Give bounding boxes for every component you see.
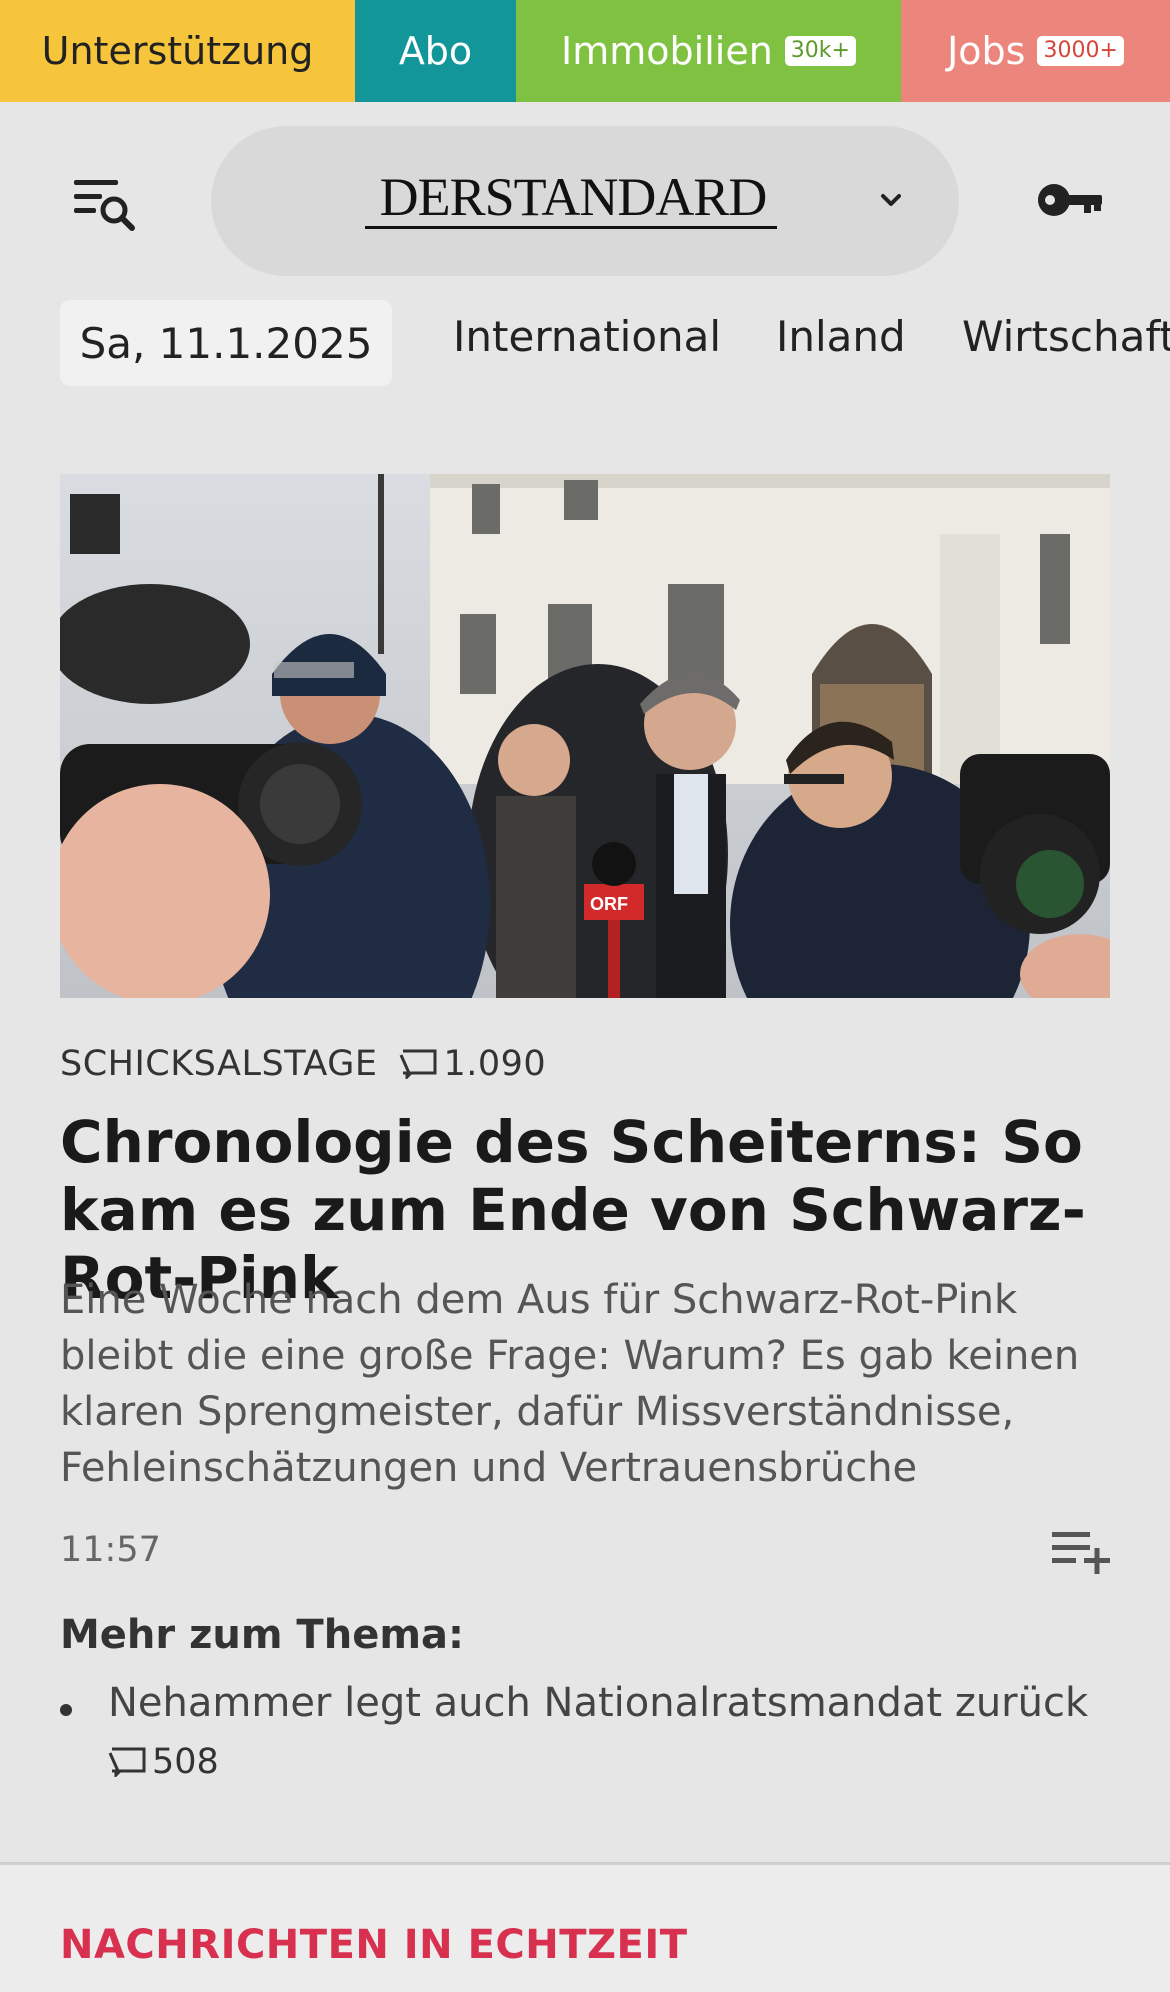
bullet — [60, 1704, 72, 1716]
related-link[interactable]: Nehammer legt auch Nationalratsmandat zu… — [108, 1680, 1088, 1726]
article-time: 11:57 — [60, 1530, 161, 1570]
jobs-badge: 3000+ — [1037, 36, 1124, 66]
immobilien-label: Immobilien — [561, 29, 773, 73]
article-teaser[interactable]: Eine Woche nach dem Aus für Schwarz-Rot-… — [60, 1272, 1120, 1496]
abo-label: Abo — [398, 29, 473, 73]
date-chip[interactable]: Sa, 11.1.2025 — [60, 300, 392, 386]
comment-icon — [108, 1747, 146, 1777]
key-icon[interactable] — [1036, 178, 1106, 222]
jobs-label: Jobs — [947, 29, 1026, 73]
comment-icon — [400, 1049, 437, 1079]
playlist-add-icon[interactable] — [1050, 1528, 1112, 1578]
comment-count[interactable]: 1.090 — [399, 1044, 546, 1084]
support-label: Unterstützung — [41, 29, 314, 73]
nav-item-wirtschaft[interactable]: Wirtschaft — [962, 312, 1170, 361]
logo-underline — [365, 226, 777, 229]
article-hero-image[interactable]: ORF — [60, 474, 1110, 998]
logo-button[interactable]: DERSTANDARD — [211, 126, 959, 276]
chevron-down-icon — [873, 186, 909, 216]
svg-text:ORF: ORF — [590, 894, 628, 914]
related-comment-count-value: 508 — [152, 1742, 219, 1782]
live-section-title[interactable]: NACHRICHTEN IN ECHTZEIT — [60, 1922, 688, 1968]
immobilien-badge: 30k+ — [784, 36, 856, 66]
top-bar: Unterstützung Abo Immobilien 30k+ Jobs 3… — [0, 0, 1170, 102]
site-logo: DERSTANDARD — [379, 167, 768, 227]
menu-search-icon[interactable] — [72, 176, 138, 236]
article-kicker: SCHICKSALSTAGE 1.090 — [60, 1044, 546, 1084]
related-comment-count[interactable]: 508 — [108, 1742, 219, 1782]
jobs-link[interactable]: Jobs 3000+ — [901, 0, 1170, 102]
support-link[interactable]: Unterstützung — [0, 0, 355, 102]
nav-item-inland[interactable]: Inland — [776, 312, 906, 361]
nav-item-international[interactable]: International — [453, 312, 721, 361]
kicker-label: SCHICKSALSTAGE — [60, 1044, 378, 1084]
immobilien-link[interactable]: Immobilien 30k+ — [516, 0, 901, 102]
abo-link[interactable]: Abo — [355, 0, 516, 102]
comment-count-value: 1.090 — [443, 1044, 547, 1084]
related-title: Mehr zum Thema: — [60, 1612, 464, 1658]
